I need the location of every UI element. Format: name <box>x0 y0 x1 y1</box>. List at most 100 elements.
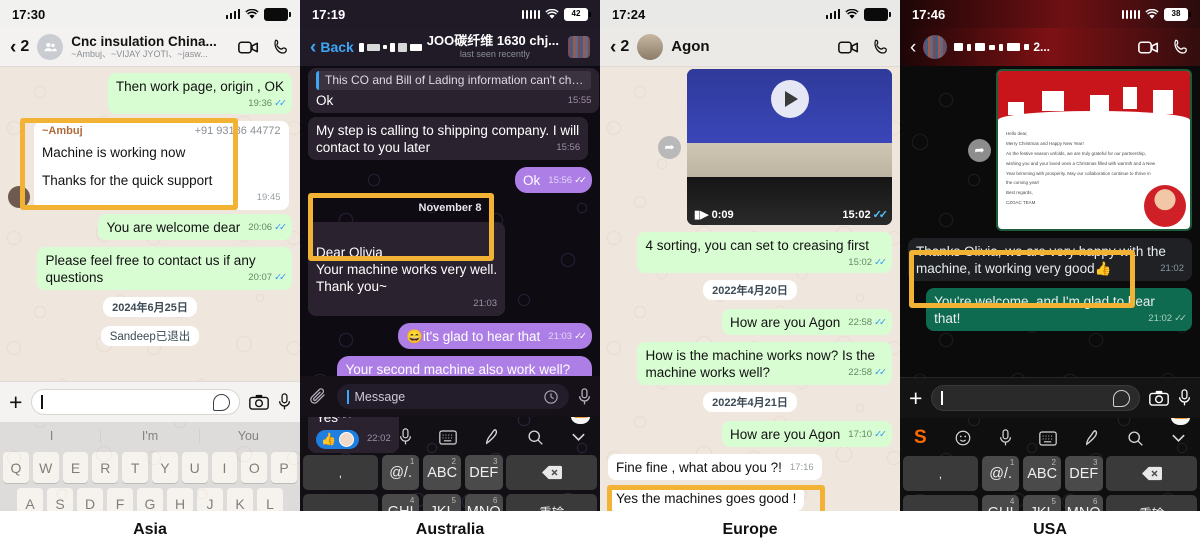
sticker-icon[interactable] <box>1113 389 1130 407</box>
message-bubble[interactable]: Thanks Olivia, we are very happy with th… <box>908 238 1192 281</box>
key-i[interactable]: I <box>211 452 238 483</box>
key-t[interactable]: T <box>122 452 148 483</box>
wifi-icon <box>845 8 859 19</box>
key-r[interactable]: R <box>92 452 119 483</box>
camera-icon[interactable] <box>249 394 269 410</box>
voice-call-icon[interactable] <box>872 38 890 56</box>
status-bar: 17:46 38 <box>900 0 1200 28</box>
message-bubble[interactable]: How is the machine works now? Is the mac… <box>637 341 892 385</box>
video-call-icon[interactable] <box>238 40 259 55</box>
suggestion-item[interactable]: You <box>200 429 297 443</box>
play-button[interactable] <box>770 80 809 118</box>
message-bubble[interactable]: ~Ambuj +91 93186 44772 Machine is workin… <box>34 120 289 210</box>
back-button[interactable]: ‹ Back <box>310 38 354 57</box>
message-input[interactable] <box>31 389 240 415</box>
key-at[interactable]: @/. 1 <box>981 456 1020 491</box>
key-comma[interactable]: , <box>903 456 978 491</box>
key-o[interactable]: O <box>241 452 268 483</box>
forward-icon[interactable]: ➦ <box>968 138 991 162</box>
key-e[interactable]: E <box>62 452 89 483</box>
search-icon[interactable] <box>1127 430 1144 447</box>
key-comma[interactable]: , <box>303 455 378 490</box>
chat-title: Cnc insulation China... <box>71 33 217 49</box>
text-caret <box>347 389 349 404</box>
emoji-icon[interactable] <box>954 429 972 447</box>
message-input[interactable] <box>931 385 1140 411</box>
key-p[interactable]: P <box>271 452 297 483</box>
backspace-key[interactable] <box>1106 456 1197 491</box>
key-y[interactable]: Y <box>152 452 178 483</box>
attach-plus-icon[interactable]: + <box>909 386 922 410</box>
key-q[interactable]: Q <box>3 452 29 483</box>
key-abc[interactable]: ABC 2 <box>1023 456 1061 491</box>
message-bubble[interactable]: Ok 15:56 ✓✓ <box>515 167 592 194</box>
chevron-down-icon[interactable] <box>1171 433 1186 443</box>
message-bubble[interactable]: Then work page, origin , OK 19:36 ✓✓ <box>107 73 292 114</box>
video-call-icon[interactable] <box>838 40 859 55</box>
message-bubble[interactable]: My step is calling to shipping company. … <box>308 117 589 161</box>
suggestion-item[interactable]: I'm <box>101 429 200 443</box>
key-u[interactable]: U <box>181 452 208 483</box>
voice-call-icon[interactable] <box>272 38 290 56</box>
sender-avatar[interactable] <box>8 185 30 208</box>
forward-icon[interactable]: ➦ <box>658 135 681 159</box>
message-bubble[interactable]: Fine fine , what abou you ?! 17:16 <box>608 453 822 480</box>
message-text: How are you Agon <box>729 314 841 330</box>
handwriting-icon[interactable] <box>1084 429 1100 447</box>
message-bubble[interactable]: How are you Agon 17:10 ✓✓ <box>721 420 892 447</box>
message-meta: 15:56 ✓✓ <box>548 175 587 187</box>
key-abc[interactable]: ABC 2 <box>423 455 461 490</box>
video-message[interactable]: ▮▶ 0:09 15:02 ✓✓ <box>687 69 892 225</box>
video-call-icon[interactable] <box>1138 40 1159 55</box>
key-def[interactable]: DEF 3 <box>1064 456 1103 491</box>
message-bubble[interactable]: Please feel free to contact us if any qu… <box>37 246 292 290</box>
avatar[interactable] <box>923 35 948 59</box>
message-row: My step is calling to shipping company. … <box>308 117 592 161</box>
message-meta: 20:06 ✓✓ <box>248 222 287 234</box>
suggestion-bar: I I'm You <box>3 425 297 447</box>
voice-call-icon[interactable] <box>1172 38 1190 56</box>
sticker-icon[interactable] <box>213 393 230 411</box>
key-at[interactable]: @/. 1 <box>381 455 420 490</box>
avatar[interactable] <box>568 36 590 58</box>
input-placeholder: Message <box>354 389 406 404</box>
avatar[interactable] <box>37 34 64 60</box>
sogou-logo-icon[interactable]: S <box>914 427 927 449</box>
reaction-badge[interactable]: 👍 <box>316 430 359 450</box>
suggestion-item[interactable]: I <box>3 429 102 443</box>
message-meta: 22:58 ✓✓ <box>848 317 887 329</box>
message-input[interactable]: Message <box>337 384 569 409</box>
panel-usa: 17:46 38 ‹ 2... ➦ Hello dear, Merry Chri… <box>900 0 1200 549</box>
message-bubble[interactable]: 😄it's glad to hear that 21:03 ✓✓ <box>398 323 592 350</box>
message-bubble[interactable]: You are welcome dear 20:06 ✓✓ <box>98 213 292 240</box>
message-bubble[interactable]: You're welcome, and I'm glad to hear tha… <box>926 288 1192 331</box>
message-bubble[interactable]: How are you Agon 22:58 ✓✓ <box>721 308 892 335</box>
message-bubble[interactable]: Dear Olivia Your machine works very well… <box>308 222 506 317</box>
message-bubble[interactable]: 4 sorting, you can set to creasing first… <box>637 232 892 273</box>
reply-quote[interactable]: This CO and Bill of Lading information c… <box>316 71 592 91</box>
message-text: My step is calling to shipping company. … <box>316 123 580 156</box>
avatar[interactable] <box>637 34 664 60</box>
key-w[interactable]: W <box>32 452 59 483</box>
key-label: DEF <box>1069 465 1099 482</box>
mic-icon[interactable] <box>1178 389 1191 407</box>
message-row: How are you Agon 22:58 ✓✓ <box>608 308 892 335</box>
schedule-icon[interactable] <box>543 389 559 405</box>
keyboard-icon[interactable] <box>1039 430 1057 446</box>
camera-icon[interactable] <box>1149 390 1169 406</box>
mic-icon[interactable] <box>999 429 1012 447</box>
mic-icon[interactable] <box>278 393 291 411</box>
christmas-card-image[interactable]: Hello dear, Merry Christmas and Happy Ne… <box>996 69 1192 231</box>
mic-icon[interactable] <box>578 387 591 406</box>
backspace-key[interactable] <box>506 455 597 490</box>
back-button[interactable]: ‹ 2 <box>10 38 29 57</box>
chat-header: ‹ Back JOO碳纤维 1630 chj... last seen rece… <box>300 28 600 66</box>
message-bubble[interactable]: Yes the machines goes good ! <box>608 484 805 511</box>
attach-plus-icon[interactable]: + <box>9 390 22 414</box>
key-def[interactable]: DEF 3 <box>464 455 503 490</box>
back-button[interactable]: ‹ <box>910 38 916 57</box>
attachment-icon[interactable] <box>309 387 328 406</box>
message-bubble[interactable]: This CO and Bill of Lading information c… <box>308 68 600 114</box>
back-button[interactable]: ‹ 2 <box>610 38 629 57</box>
date-label: 2022年4月21日 <box>703 391 797 412</box>
